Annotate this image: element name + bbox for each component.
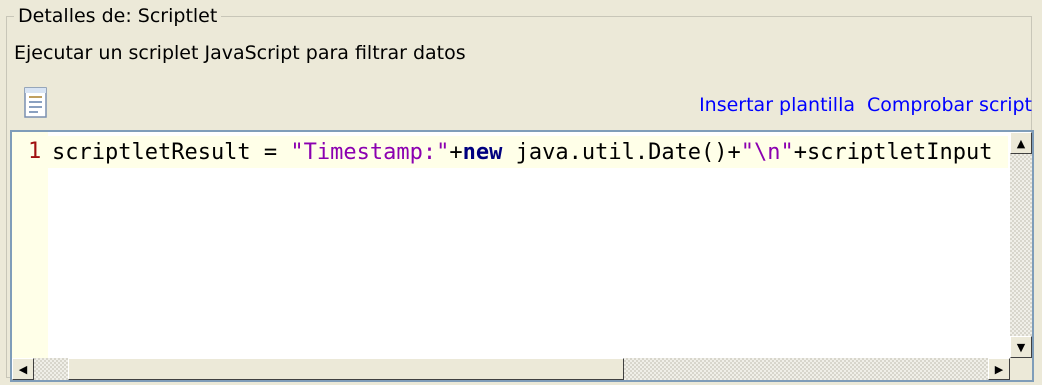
check-script-link[interactable]: Comprobar script xyxy=(867,92,1032,118)
code-token-keyword: new xyxy=(462,140,503,165)
code-token-plain: scriptletResult = xyxy=(52,140,291,165)
editor-actions: Insertar plantilla Comprobar script xyxy=(699,92,1032,118)
insert-template-link[interactable]: Insertar plantilla xyxy=(699,92,855,118)
arrow-right-icon: ▶ xyxy=(994,362,1004,376)
scriptlet-description: Ejecutar un scriplet JavaScript para fil… xyxy=(14,42,466,64)
scroll-left-button[interactable]: ◀ xyxy=(12,358,34,380)
code-token-plain: +scriptletInput xyxy=(793,140,993,165)
group-title: Detalles de: Scriptlet xyxy=(14,4,222,28)
arrow-left-icon: ◀ xyxy=(18,362,28,376)
code-token-string: "Timestamp:" xyxy=(290,140,450,165)
arrow-down-icon: ▼ xyxy=(1016,340,1026,354)
document-icon[interactable] xyxy=(22,87,50,119)
horizontal-scroll-thumb[interactable] xyxy=(68,358,624,380)
arrow-up-icon: ▲ xyxy=(1016,136,1026,150)
line-gutter xyxy=(12,132,48,380)
scroll-right-button[interactable]: ▶ xyxy=(988,358,1010,380)
script-editor[interactable]: 1 scriptletResult = "Timestamp:"+new jav… xyxy=(10,130,1034,382)
code-token-plain: java.util.Date()+ xyxy=(502,140,741,165)
scrollbar-corner xyxy=(1010,358,1032,380)
line-number: 1 xyxy=(28,139,42,164)
scroll-down-button[interactable]: ▼ xyxy=(1010,336,1032,358)
code-line[interactable]: scriptletResult = "Timestamp:"+new java.… xyxy=(52,139,1004,167)
code-token-plain: + xyxy=(449,140,463,165)
code-token-string: "\n" xyxy=(740,140,794,165)
horizontal-scrollbar[interactable]: ◀ ▶ xyxy=(12,358,1010,380)
scroll-up-button[interactable]: ▲ xyxy=(1010,132,1032,154)
vertical-scrollbar[interactable]: ▲ ▼ xyxy=(1010,132,1032,358)
